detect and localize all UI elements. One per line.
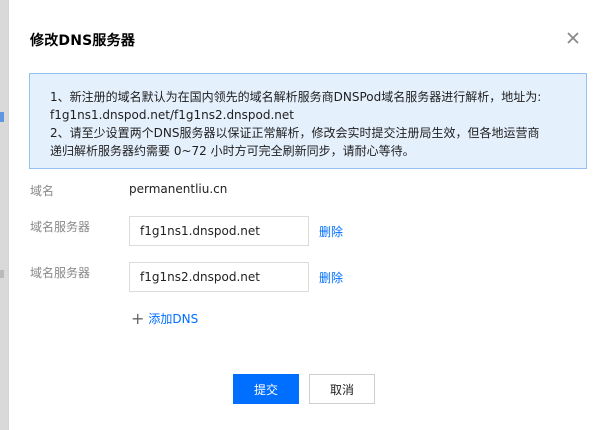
submit-button[interactable]: 提交 (233, 374, 299, 404)
nameserver-1-delete-link[interactable]: 删除 (319, 223, 343, 240)
notice-line-4: 递归解析服务器约需要 0~72 小时方可完全刷新同步，请耐心等待。 (50, 144, 415, 158)
close-button[interactable] (561, 26, 585, 50)
cancel-button[interactable]: 取消 (309, 374, 375, 404)
close-icon (567, 32, 579, 44)
notice-line-3: 2、请至少设置两个DNS服务器以保证正常解析，修改会实时提交注册局生效，但各地运… (50, 126, 540, 140)
add-dns-button[interactable]: + 添加DNS (131, 310, 198, 327)
notice-line-1: 1、新注册的域名默认为在国内领先的域名解析服务商DNSPod域名服务器进行解析，… (50, 90, 542, 104)
page-backdrop (0, 0, 8, 430)
notice-line-2: f1g1ns1.dnspod.net/f1g1ns2.dnspod.net (50, 108, 294, 122)
info-notice: 1、新注册的域名默认为在国内领先的域名解析服务商DNSPod域名服务器进行解析，… (29, 73, 587, 169)
backdrop-accent (0, 112, 4, 122)
nameserver-2-input[interactable] (129, 262, 309, 292)
add-dns-label: 添加DNS (148, 312, 199, 326)
domain-value: permanentliu.cn (129, 182, 228, 196)
plus-icon: + (131, 308, 145, 328)
dialog-title: 修改DNS服务器 (30, 33, 136, 49)
nameserver-2-delete-link[interactable]: 删除 (319, 269, 343, 286)
backdrop-divider (0, 270, 4, 278)
nameserver-1-input[interactable] (129, 216, 309, 246)
nameserver-1-label: 域名服务器 (30, 220, 91, 234)
domain-label: 域名 (30, 184, 55, 198)
nameserver-2-label: 域名服务器 (30, 266, 91, 280)
modify-dns-dialog: 修改DNS服务器 1、新注册的域名默认为在国内领先的域名解析服务商DNSPod域… (8, 0, 602, 430)
